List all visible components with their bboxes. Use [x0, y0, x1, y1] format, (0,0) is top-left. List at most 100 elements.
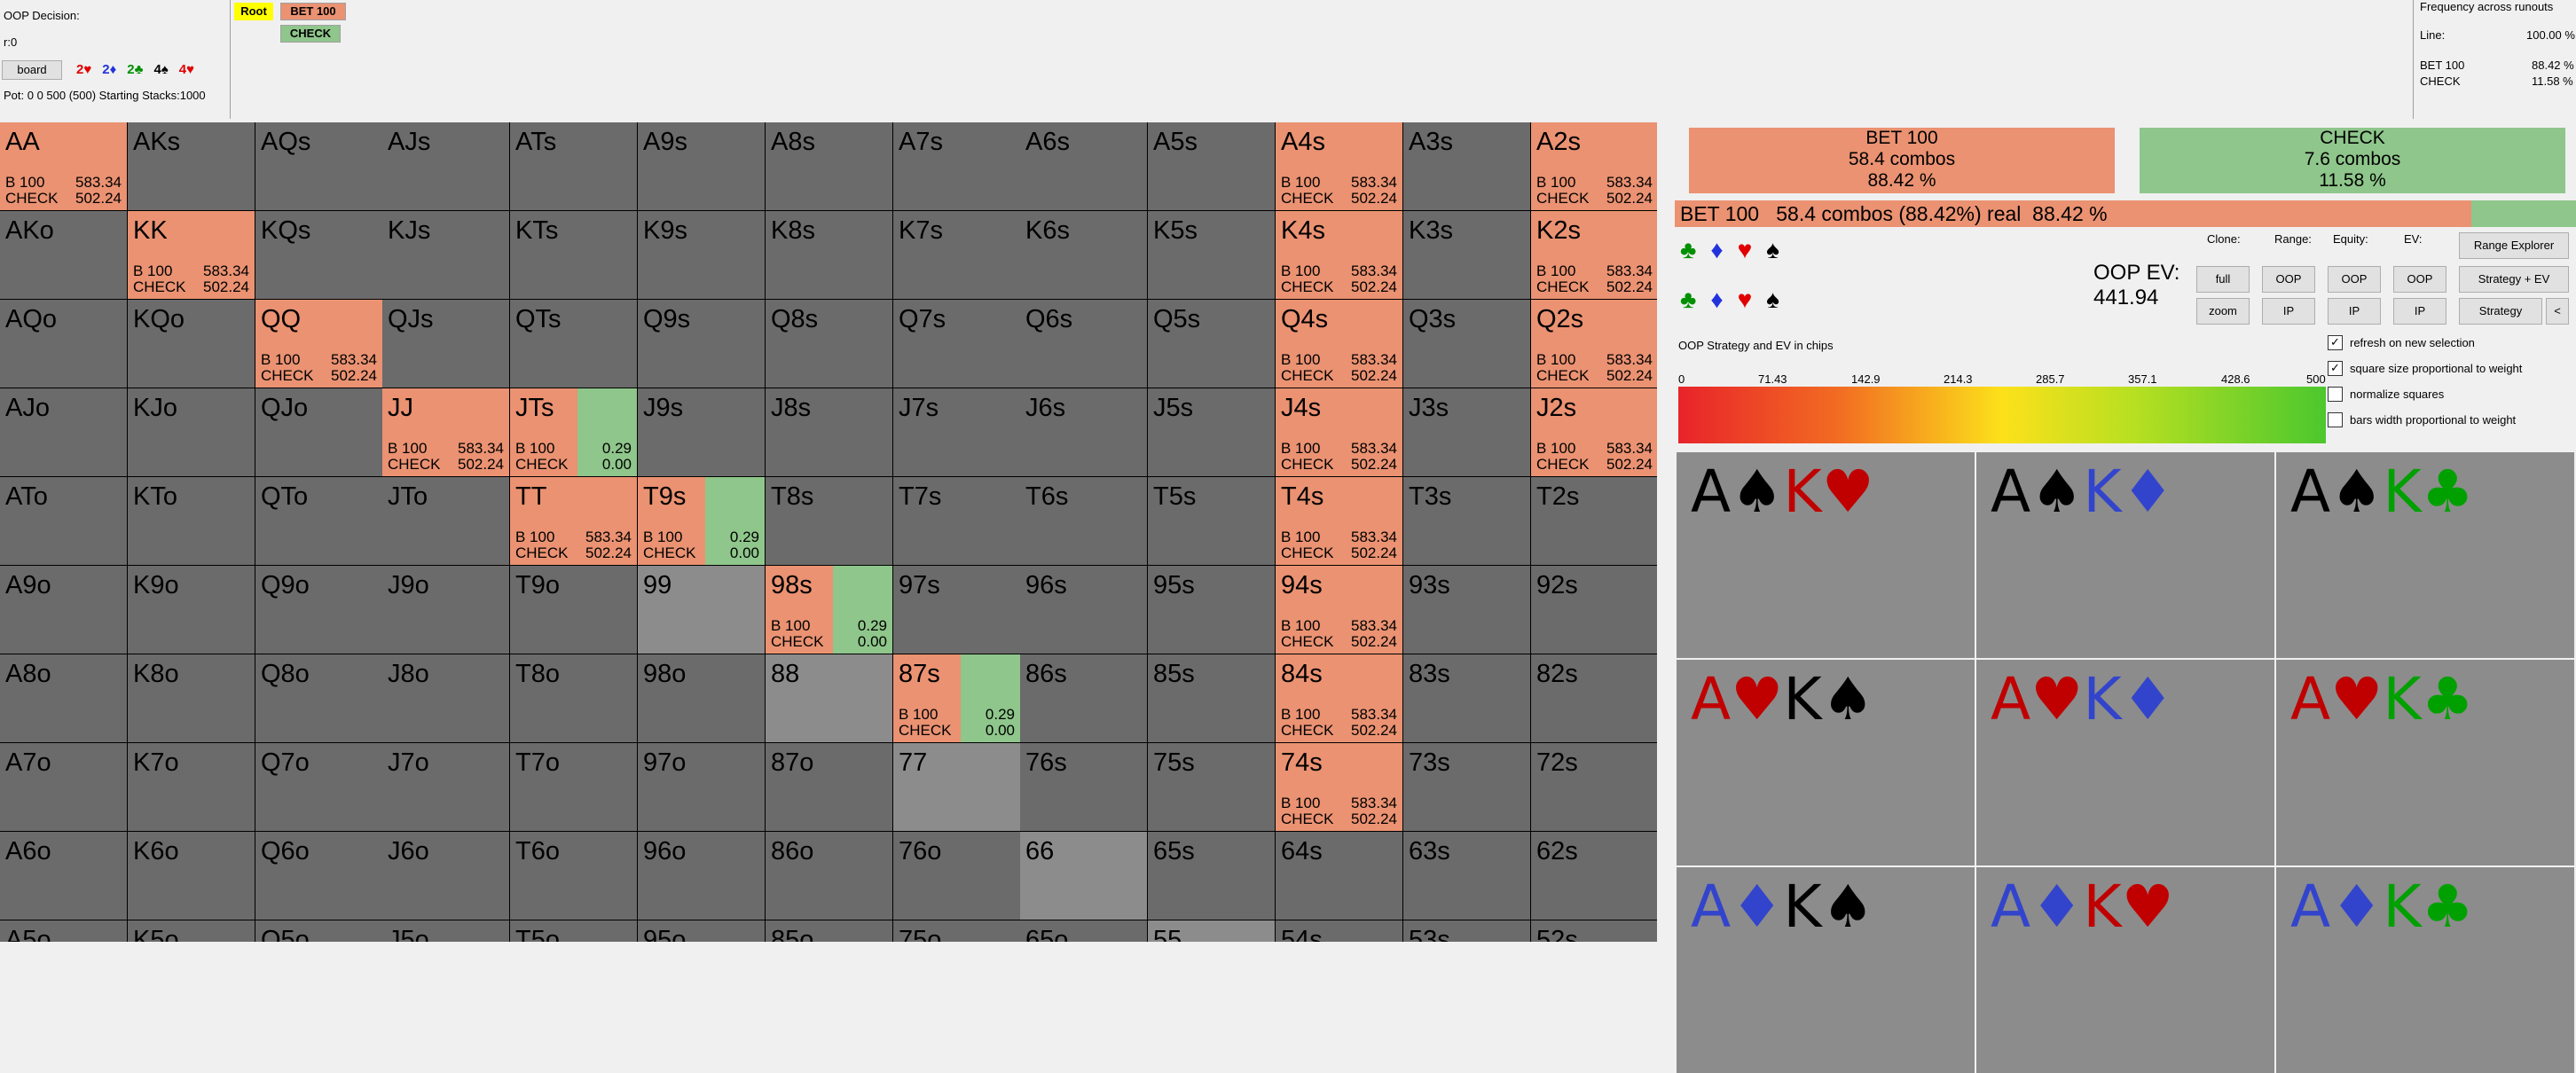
board-button[interactable]: board [2, 60, 62, 80]
hand-cell[interactable]: QQ B 100 CHECK 583.34 502.24 [255, 300, 382, 388]
hand-cell[interactable]: 97o [638, 743, 765, 831]
hand-cell[interactable]: AKs [128, 122, 255, 210]
hand-cell[interactable]: A8o [0, 654, 127, 742]
hand-cell[interactable]: AJo [0, 388, 127, 476]
hand-cell[interactable]: T6s [1020, 477, 1147, 565]
hand-cell[interactable]: 87o [766, 743, 892, 831]
hand-cell[interactable]: Q5o [255, 920, 382, 942]
hand-cell[interactable]: 76s [1020, 743, 1147, 831]
hand-cell[interactable]: 83s [1403, 654, 1530, 742]
option-row[interactable]: ✓ square size proportional to weight [2328, 361, 2522, 377]
hand-cell[interactable]: JTo [382, 477, 509, 565]
range-explorer-button[interactable]: Range Explorer [2459, 232, 2569, 259]
hand-cell[interactable]: Q3s [1403, 300, 1530, 388]
hand-cell[interactable]: KQo [128, 300, 255, 388]
hand-cell[interactable]: J4s B 100 CHECK 583.34 502.24 [1276, 388, 1402, 476]
hand-cell[interactable]: 88 [766, 654, 892, 742]
hand-cell[interactable]: Q6o [255, 832, 382, 920]
hand-cell[interactable]: 77 [893, 743, 1020, 831]
hand-cell[interactable]: Q8o [255, 654, 382, 742]
hand-cell[interactable]: QTs [510, 300, 637, 388]
equity-ip-button[interactable]: IP [2328, 298, 2381, 325]
hand-cell[interactable]: T7s [893, 477, 1020, 565]
hand-cell[interactable]: 64s [1276, 832, 1402, 920]
suit-filter-icon[interactable]: ♣ [1680, 236, 1696, 263]
hand-cell[interactable]: 93s [1403, 566, 1530, 654]
hand-cell[interactable]: 62s [1531, 832, 1657, 920]
hand-cell[interactable]: 82s [1531, 654, 1657, 742]
combo-card[interactable]: A♥K♦ [1976, 660, 2274, 865]
hand-cell[interactable]: TT B 100 CHECK 583.34 502.24 [510, 477, 637, 565]
hand-cell[interactable]: T5o [510, 920, 637, 942]
hand-cell[interactable]: K9s [638, 211, 765, 299]
suit-filter-icon[interactable]: ♠ [1766, 236, 1779, 263]
hand-cell[interactable]: Q5s [1148, 300, 1275, 388]
hand-cell[interactable]: T9s B 100 CHECK 0.29 0.00 [638, 477, 765, 565]
hand-cell[interactable]: QJo [255, 388, 382, 476]
hand-cell[interactable]: J5s [1148, 388, 1275, 476]
hand-cell[interactable]: A7o [0, 743, 127, 831]
strategy-ev-button[interactable]: Strategy + EV [2459, 266, 2569, 293]
combo-card[interactable]: A♠K♥ [1677, 452, 1975, 658]
hand-cell[interactable]: J6o [382, 832, 509, 920]
hand-cell[interactable]: Q6s [1020, 300, 1147, 388]
hand-cell[interactable]: T8o [510, 654, 637, 742]
hand-cell[interactable]: A9s [638, 122, 765, 210]
hand-cell[interactable]: A2s B 100 CHECK 583.34 502.24 [1531, 122, 1657, 210]
hand-cell[interactable]: K3s [1403, 211, 1530, 299]
hand-cell[interactable]: K4s B 100 CHECK 583.34 502.24 [1276, 211, 1402, 299]
hand-cell[interactable]: Q7s [893, 300, 1020, 388]
combo-card[interactable]: A♠K♣ [2276, 452, 2574, 658]
hand-cell[interactable]: J8s [766, 388, 892, 476]
hand-cell[interactable]: 72s [1531, 743, 1657, 831]
ev-oop-button[interactable]: OOP [2393, 266, 2446, 293]
combo-card[interactable]: A♥K♠ [1677, 660, 1975, 865]
suit-filter-icon[interactable]: ♥ [1738, 236, 1753, 263]
hand-cell[interactable]: 95s [1148, 566, 1275, 654]
hand-cell[interactable]: K6s [1020, 211, 1147, 299]
hand-cell[interactable]: 95o [638, 920, 765, 942]
hand-cell[interactable]: AKo [0, 211, 127, 299]
hand-cell[interactable]: 65o [1020, 920, 1147, 942]
hand-cell[interactable]: 92s [1531, 566, 1657, 654]
hand-cell[interactable]: 96s [1020, 566, 1147, 654]
ev-ip-button[interactable]: IP [2393, 298, 2446, 325]
hand-cell[interactable]: 74s B 100 CHECK 583.34 502.24 [1276, 743, 1402, 831]
hand-cell[interactable]: 99 [638, 566, 765, 654]
hand-cell[interactable]: J7s [893, 388, 1020, 476]
hand-cell[interactable]: 65s [1148, 832, 1275, 920]
hand-cell[interactable]: Q9s [638, 300, 765, 388]
hand-cell[interactable]: KJs [382, 211, 509, 299]
hand-cell[interactable]: AQs [255, 122, 382, 210]
hand-cell[interactable]: 53s [1403, 920, 1530, 942]
tree-root[interactable]: Root [234, 3, 273, 20]
hand-cell[interactable]: J9s [638, 388, 765, 476]
hand-cell[interactable]: 75o [893, 920, 1020, 942]
hand-cell[interactable]: K6o [128, 832, 255, 920]
hand-cell[interactable]: K8o [128, 654, 255, 742]
option-row[interactable]: ✓ refresh on new selection [2328, 335, 2475, 351]
splitter[interactable] [1657, 122, 1671, 942]
range-ip-button[interactable]: IP [2262, 298, 2315, 325]
hand-cell[interactable]: A6s [1020, 122, 1147, 210]
hand-cell[interactable]: KK B 100 CHECK 583.34 502.24 [128, 211, 255, 299]
option-row[interactable]: bars width proportional to weight [2328, 412, 2516, 428]
hand-cell[interactable]: J6s [1020, 388, 1147, 476]
combo-card[interactable]: A♦K♥ [1976, 867, 2274, 1073]
hand-cell[interactable]: T6o [510, 832, 637, 920]
hand-cell[interactable]: T3s [1403, 477, 1530, 565]
checkbox-checked[interactable]: ✓ [2328, 361, 2343, 377]
zoom-button[interactable]: zoom [2196, 298, 2250, 325]
hand-cell[interactable]: T4s B 100 CHECK 583.34 502.24 [1276, 477, 1402, 565]
hand-cell[interactable]: T7o [510, 743, 637, 831]
hand-cell[interactable]: 85s [1148, 654, 1275, 742]
hand-cell[interactable]: A4s B 100 CHECK 583.34 502.24 [1276, 122, 1402, 210]
hand-cell[interactable]: T8s [766, 477, 892, 565]
suit-filter-icon[interactable]: ♠ [1766, 286, 1779, 313]
hand-cell[interactable]: AA B 100 CHECK 583.34 502.24 [0, 122, 127, 210]
hand-cell[interactable]: 66 [1020, 832, 1147, 920]
hand-cell[interactable]: Q8s [766, 300, 892, 388]
hand-cell[interactable]: J8o [382, 654, 509, 742]
hand-cell[interactable]: K8s [766, 211, 892, 299]
hand-cell[interactable]: 73s [1403, 743, 1530, 831]
